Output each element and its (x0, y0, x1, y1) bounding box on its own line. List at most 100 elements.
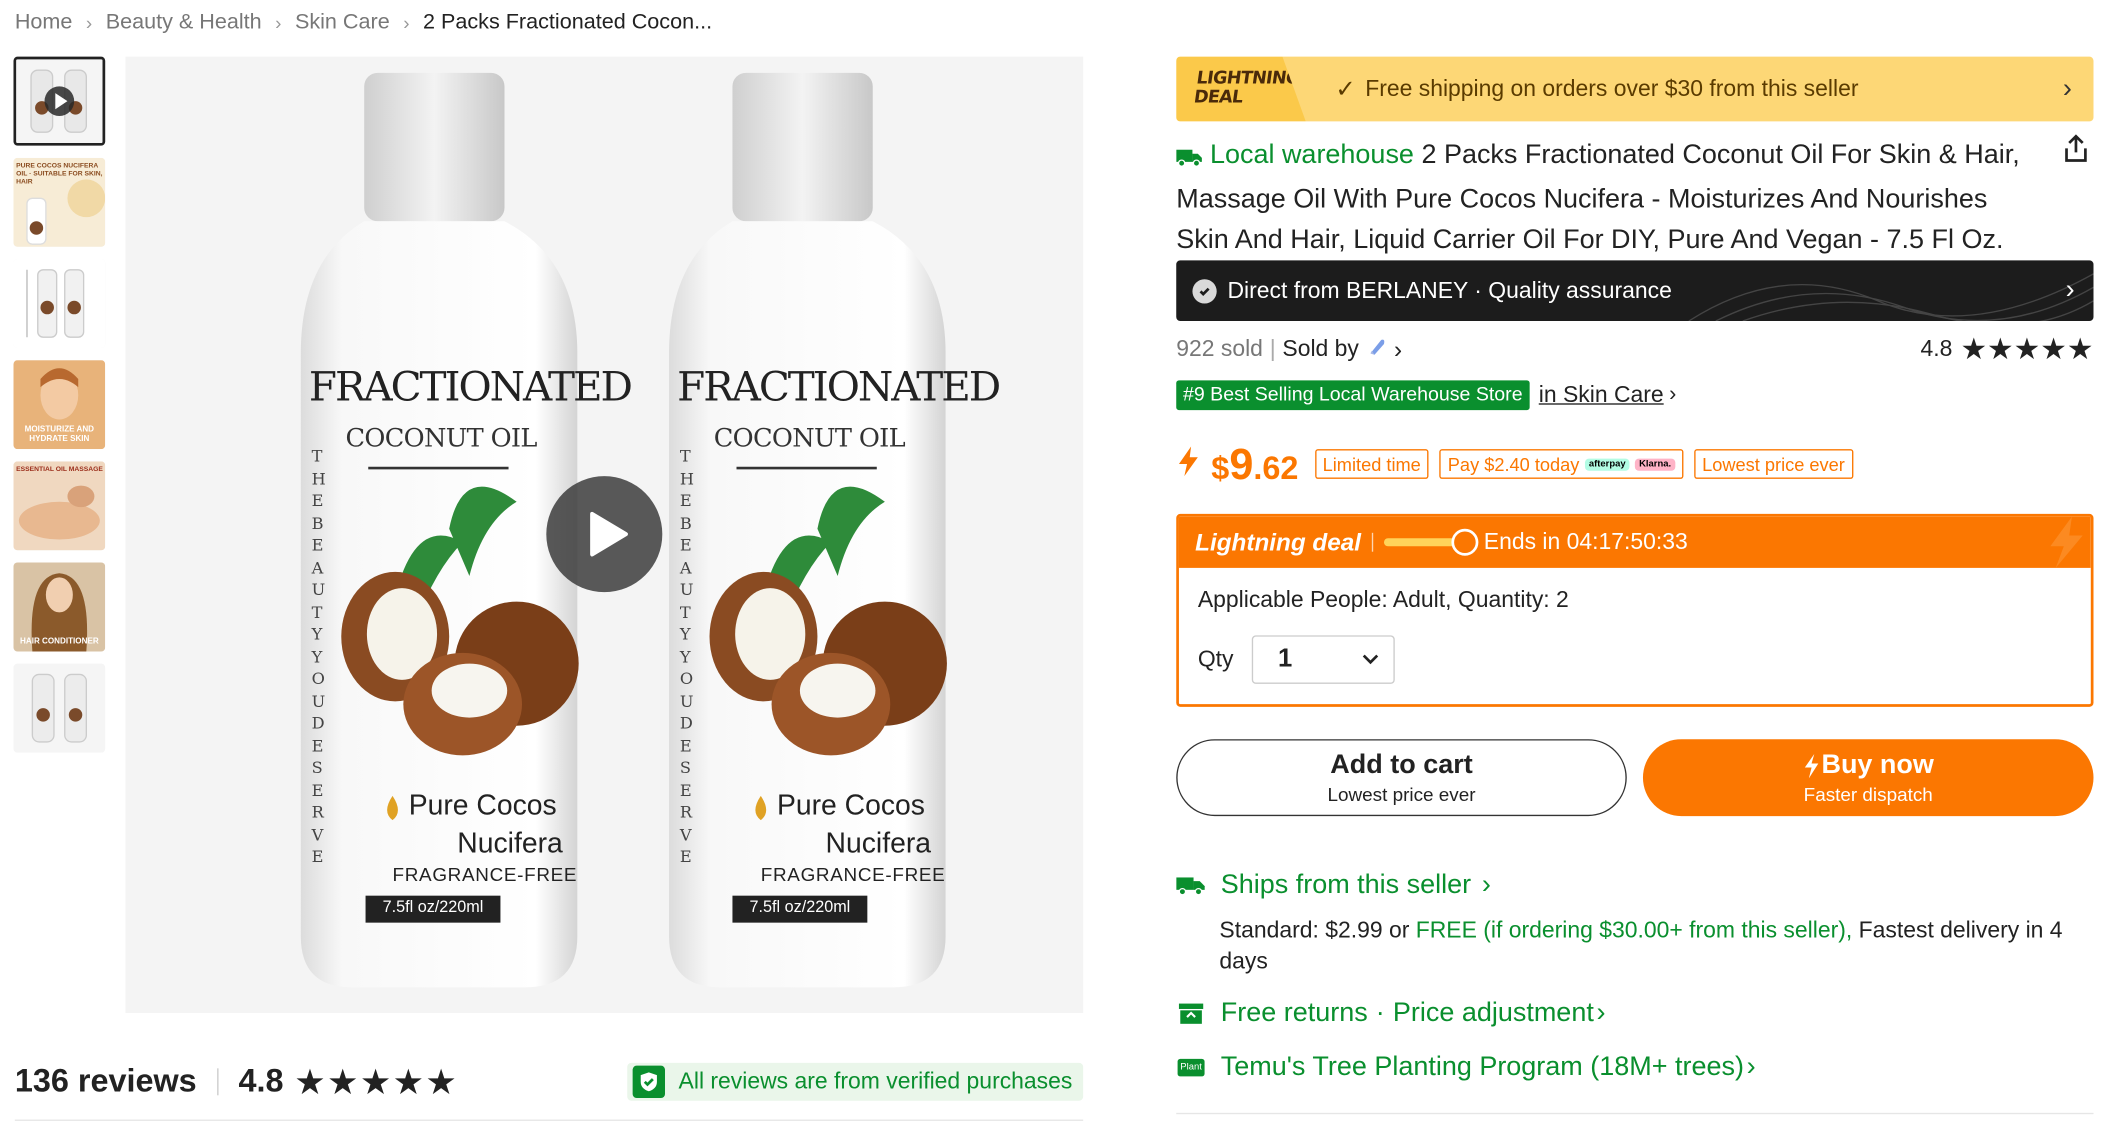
price-adjustment-label: Price adjustment (1392, 997, 1594, 1028)
price: $9.62 (1211, 439, 1298, 489)
chevron-right-icon: › (1481, 869, 1491, 900)
limited-time-tag: Limited time (1314, 449, 1429, 479)
thumbnail-caption: ESSENTIAL OIL MASSAGE (16, 465, 103, 474)
breadcrumb-skin-care[interactable]: Skin Care (295, 11, 390, 35)
local-truck-icon (1176, 139, 1203, 179)
bolt-watermark-icon (2050, 516, 2083, 568)
breadcrumb-chevron-icon: › (85, 12, 93, 34)
applicable-people: Applicable People: Adult, Quantity: 2 (1197, 586, 1569, 613)
label-title: FRACTIONATED (677, 364, 1001, 412)
standard-prefix: Standard: $2.99 or (1219, 917, 1416, 943)
thumbnail-caption: HAIR CONDITIONER (20, 638, 99, 647)
deal-countdown: Ends in 04:17:50:33 (1483, 528, 1688, 555)
qty-label: Qty (1197, 646, 1234, 672)
seller-logo-icon[interactable] (1367, 335, 1389, 363)
thumbnail-dimensions[interactable] (13, 258, 106, 349)
thumbnail-massage[interactable]: ESSENTIAL OIL MASSAGE (13, 461, 106, 551)
breadcrumb-beauty-health[interactable]: Beauty & Health (106, 11, 262, 35)
lightning-deal-banner[interactable]: LIGHTNING DEAL ✓ Free shipping on orders … (1176, 56, 2094, 122)
label-line2: Nucifera (825, 828, 932, 860)
product-title: Local warehouse 2 Packs Fractionated Coc… (1176, 135, 2039, 260)
buy-now-label: Buy now (1821, 749, 1934, 780)
quantity-select[interactable]: 1 (1252, 635, 1396, 684)
add-to-cart-button[interactable]: Add to cart Lowest price ever (1176, 739, 1627, 817)
deal-progress (1383, 528, 1479, 556)
divider (1176, 1112, 2094, 1115)
plant-icon: Plant (1176, 1055, 1206, 1079)
reviews-count[interactable]: 136 reviews (15, 1063, 197, 1101)
thumbnail-video[interactable] (13, 56, 106, 146)
thumbnail-list: PURE COCOS NUCIFERA OIL · SUITABLE FOR S… (13, 56, 106, 765)
thumbnail-pack[interactable] (13, 663, 106, 753)
reviews-summary: 136 reviews 4.8 ★★★★★ All reviews are fr… (15, 1059, 1084, 1105)
lightning-deal-box: Lightning deal Ends in 04:17:50:33 Appli… (1176, 513, 2094, 707)
price-row: $9.62 Limited time Pay $2.40 today afterp… (1176, 439, 1853, 489)
sales-row: 922 sold | Sold by › 4.8 ★★★★★ (1176, 332, 2093, 367)
afterpay-logo: afterpay (1584, 457, 1630, 471)
label-subtitle: COCONUT OIL (345, 423, 537, 454)
category-link[interactable]: in Skin Care (1539, 382, 1664, 409)
buy-now-sublabel: Faster dispatch (1803, 783, 1933, 806)
free-shipping-text: ✓ Free shipping on orders over $30 from … (1335, 75, 1858, 103)
divider (14, 1119, 1084, 1121)
label-volume: 7.5fl oz/220ml (749, 897, 851, 916)
add-to-cart-sublabel: Lowest price ever (1327, 783, 1476, 806)
returns-box-icon (1176, 1001, 1206, 1025)
breadcrumb-chevron-icon: › (403, 12, 410, 34)
chevron-right-icon[interactable]: › (1394, 335, 1402, 363)
best-selling-row: #9 Best Selling Local Warehouse Store in… (1176, 378, 1676, 413)
verified-purchases-badge: All reviews are from verified purchases (627, 1062, 1084, 1101)
add-to-cart-label: Add to cart (1330, 749, 1473, 780)
chevron-down-icon (1362, 645, 1381, 675)
separator-dot: · (1375, 997, 1385, 1028)
breadcrumb-home[interactable]: Home (15, 11, 73, 35)
check-icon: ✓ (1335, 74, 1356, 102)
verified-text: All reviews are from verified purchases (678, 1068, 1073, 1094)
thumbnail-moisturize[interactable]: MOISTURIZE AND HYDRATE SKIN (13, 360, 106, 450)
lightning-deal-label: Lightning deal (1195, 528, 1362, 556)
chevron-right-icon: › (2062, 73, 2072, 104)
label-vertical: THE BEAUTY YOU DESERVE (311, 446, 326, 866)
free-returns-label: Free returns (1220, 997, 1368, 1028)
standard-free: FREE (if ordering $30.00+ from this sell… (1415, 917, 1853, 943)
free-shipping-label: Free shipping on orders over $30 from th… (1365, 75, 1859, 102)
breadcrumb-current: 2 Packs Fractionated Cocon... (422, 10, 713, 34)
label-line1: Pure Cocos (776, 790, 925, 822)
direct-from-banner[interactable]: Direct from BERLANEY · Quality assurance… (1176, 260, 2094, 322)
label-vertical: THE BEAUTY YOU DESERVE (679, 446, 694, 866)
label-line3: FRAGRANCE-FREE (392, 863, 578, 885)
tree-planting-row[interactable]: Plant Temu's Tree Planting Program (18M+… (1176, 1048, 1756, 1086)
thumbnail-skin-hair[interactable]: PURE COCOS NUCIFERA OIL · SUITABLE FOR S… (13, 157, 106, 247)
best-selling-badge: #9 Best Selling Local Warehouse Store (1176, 380, 1530, 411)
reviews-stars: ★★★★★ (294, 1060, 459, 1102)
klarna-logo: Klarna. (1635, 457, 1676, 471)
ships-from-label: Ships from this seller (1220, 869, 1472, 900)
chevron-right-icon: › (1746, 1051, 1756, 1082)
price-integer: 9 (1229, 439, 1254, 488)
thumbnail-hair[interactable]: HAIR CONDITIONER (13, 562, 106, 652)
pay-today-tag[interactable]: Pay $2.40 today afterpay Klarna. (1439, 449, 1684, 479)
share-icon[interactable] (2060, 132, 2092, 164)
product-stars[interactable]: ★★★★★ (1960, 332, 2093, 367)
clock-icon (1451, 528, 1479, 556)
chevron-right-icon: › (1669, 383, 1677, 407)
free-returns-row[interactable]: Free returns · Price adjustment › (1176, 994, 1606, 1032)
price-currency: $ (1211, 449, 1230, 487)
play-video-button[interactable] (546, 476, 663, 593)
product-rating: 4.8 (1920, 335, 1953, 362)
breadcrumb: Home › Beauty & Health › Skin Care › 2 P… (15, 8, 712, 38)
divider (216, 1068, 219, 1096)
lightning-bolt-icon (1805, 753, 1819, 778)
label-line1: Pure Cocos (408, 790, 557, 822)
ships-from-row[interactable]: Ships from this seller › (1176, 866, 1491, 904)
reviews-rating: 4.8 (238, 1062, 284, 1100)
plant-badge: Plant (1177, 1058, 1205, 1076)
lightning-deal-badge: LIGHTNING DEAL (1176, 56, 1306, 122)
breadcrumb-chevron-icon: › (275, 12, 282, 34)
buy-now-button[interactable]: Buy now Faster dispatch (1642, 739, 2094, 817)
label-title: FRACTIONATED (308, 364, 633, 412)
chevron-right-icon: › (1596, 997, 1606, 1028)
main-product-image[interactable]: FRACTIONATED COCONUT OIL THE BEAUTY YOU … (125, 56, 1084, 1014)
sold-count: 922 sold (1176, 335, 1263, 362)
price-decimal: .62 (1253, 449, 1299, 487)
